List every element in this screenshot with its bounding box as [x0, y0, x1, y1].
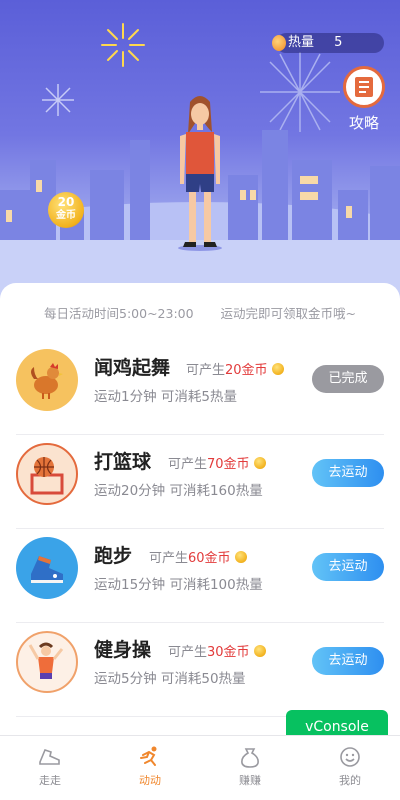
- firework-icon: [42, 84, 74, 116]
- coin-amount: 20: [57, 195, 75, 209]
- guide-button[interactable]: 攻略: [342, 66, 386, 133]
- activity-time-hint: 每日活动时间5:00~23:00: [44, 306, 194, 321]
- task-item: 跑步 可产生60金币 运动15分钟 可消耗100热量 去运动: [16, 529, 384, 623]
- gain-prefix: 可产生: [186, 363, 226, 378]
- smiley-icon: [340, 747, 360, 767]
- gain-prefix: 可产生: [168, 645, 208, 660]
- money-bag-icon: [241, 748, 259, 768]
- coin-icon: [253, 457, 266, 469]
- rooster-icon: [16, 349, 78, 411]
- reward-hint: 运动完即可领取金币哦~: [220, 306, 356, 321]
- tab-label: 我的: [339, 774, 361, 787]
- character-girl: [178, 96, 222, 251]
- task-title: 健身操: [94, 639, 152, 661]
- task-desc: 运动15分钟 可消耗100热量: [94, 577, 263, 593]
- tab-earn[interactable]: 赚赚: [200, 736, 300, 800]
- task-title: 跑步: [94, 545, 133, 567]
- runner-icon: [140, 746, 157, 766]
- tab-label: 动动: [139, 774, 161, 787]
- sneaker-icon: [16, 537, 78, 599]
- hint-row: 每日活动时间5:00~23:00 运动完即可领取金币哦~: [0, 283, 400, 322]
- task-gain: 可产生70金币: [168, 453, 266, 472]
- gain-amount: 70金币: [207, 457, 250, 472]
- heat-label: 热量: [288, 35, 315, 50]
- go-exercise-button[interactable]: 去运动: [312, 553, 384, 581]
- gain-prefix: 可产生: [168, 457, 208, 472]
- coin-unit: 金币: [56, 210, 76, 221]
- book-icon: [355, 77, 373, 97]
- task-desc: 运动1分钟 可消耗5热量: [94, 389, 237, 405]
- coin-icon: [234, 551, 247, 563]
- task-desc: 运动20分钟 可消耗160热量: [94, 483, 263, 499]
- coin-bubble[interactable]: 20 金币: [48, 192, 84, 228]
- task-item: 健身操 可产生30金币 运动5分钟 可消耗50热量 去运动: [16, 623, 384, 717]
- coin-icon: [271, 363, 284, 375]
- task-item: 打篮球 可产生70金币 运动20分钟 可消耗160热量 去运动: [16, 435, 384, 529]
- heat-indicator: 热量 5: [272, 33, 384, 53]
- heat-icon: [272, 35, 286, 51]
- gain-amount: 20金币: [225, 363, 268, 378]
- firework-icon: [260, 52, 340, 132]
- guide-label: 攻略: [348, 114, 379, 132]
- coin-icon: [253, 645, 266, 657]
- gain-amount: 60金币: [188, 551, 231, 566]
- task-gain: 可产生20金币: [186, 359, 284, 378]
- shoe-icon: [39, 749, 60, 765]
- task-title: 闻鸡起舞: [94, 357, 171, 379]
- tab-bar: 走走 动动 赚赚 我的: [0, 735, 400, 800]
- gain-prefix: 可产生: [149, 551, 189, 566]
- task-gain: 可产生30金币: [168, 641, 266, 660]
- task-desc: 运动5分钟 可消耗50热量: [94, 671, 246, 687]
- basketball-icon: [16, 443, 78, 505]
- firework-icon: [101, 23, 145, 67]
- tab-mine[interactable]: 我的: [300, 736, 400, 800]
- tab-label: 走走: [39, 774, 61, 787]
- tab-walk[interactable]: 走走: [0, 736, 100, 800]
- task-sheet: 每日活动时间5:00~23:00 运动完即可领取金币哦~ 闻鸡起舞 可产生20金…: [0, 283, 400, 735]
- task-item: 闻鸡起舞 可产生20金币 运动1分钟 可消耗5热量 已完成: [16, 341, 384, 435]
- hero-banner: 热量 5 攻略 20 金币: [0, 0, 400, 300]
- go-exercise-button[interactable]: 去运动: [312, 459, 384, 487]
- completed-button[interactable]: 已完成: [312, 365, 384, 393]
- task-gain: 可产生60金币: [149, 547, 247, 566]
- tab-label: 赚赚: [239, 774, 261, 787]
- tab-move[interactable]: 动动: [100, 736, 200, 800]
- heat-value: 5: [334, 35, 343, 50]
- gain-amount: 30金币: [207, 645, 250, 660]
- aerobics-icon: [16, 631, 78, 693]
- task-title: 打篮球: [94, 451, 152, 473]
- go-exercise-button[interactable]: 去运动: [312, 647, 384, 675]
